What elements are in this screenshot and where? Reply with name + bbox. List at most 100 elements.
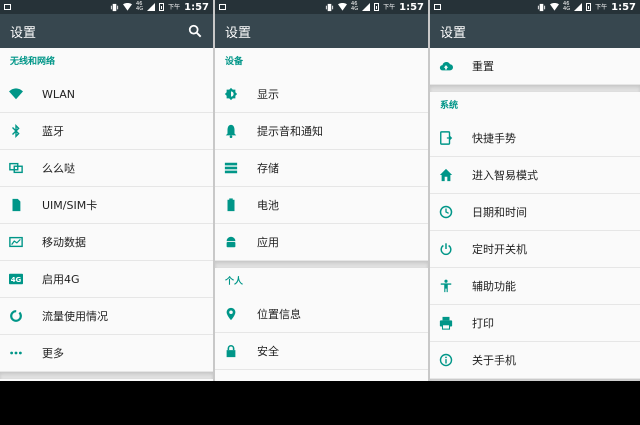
notification-image-icon	[4, 4, 11, 10]
section-header-system: 系统	[430, 92, 640, 120]
battery-icon	[227, 198, 235, 212]
settings-item-mobile-data[interactable]: 移动数据	[0, 224, 213, 261]
settings-item-date-time[interactable]: 日期和时间	[430, 194, 640, 231]
settings-item-wlan[interactable]: WLAN	[0, 76, 213, 113]
settings-item-traffic-usage[interactable]: 流量使用情况	[0, 298, 213, 335]
settings-item-bluetooth[interactable]: 蓝牙	[0, 113, 213, 150]
settings-item-about-phone[interactable]: 关于手机	[430, 342, 640, 379]
notification-image-icon	[434, 4, 441, 10]
signal-icon	[362, 3, 371, 11]
signal-icon	[147, 3, 156, 11]
settings-item-partial[interactable]	[215, 370, 428, 381]
section-header-device: 设备	[215, 48, 428, 76]
wifi-status-icon	[123, 3, 133, 11]
settings-item-label: 启用4G	[42, 273, 80, 286]
page-title: 设置	[440, 25, 467, 41]
cloud-upload-icon	[439, 61, 453, 71]
settings-item-label: 更多	[42, 347, 64, 360]
settings-item-label: 关于手机	[472, 354, 516, 367]
vibrate-icon	[537, 3, 546, 11]
settings-item-label: 位置信息	[257, 308, 301, 321]
settings-item-label: 存储	[257, 162, 279, 175]
settings-item-location[interactable]: 位置信息	[215, 296, 428, 333]
page-title: 设置	[225, 25, 252, 41]
notification-image-icon	[219, 4, 226, 10]
more-dots-icon	[10, 351, 22, 355]
settings-item-storage[interactable]: 存储	[215, 150, 428, 187]
settings-item-enable-4g[interactable]: 4G 启用4G	[0, 261, 213, 298]
settings-item-security[interactable]: 安全	[215, 333, 428, 370]
network-type-indicator: 46 4G	[351, 1, 359, 12]
info-icon	[439, 353, 453, 367]
battery-status-icon	[586, 3, 592, 11]
section-divider	[215, 261, 428, 268]
settings-item-sound-notification[interactable]: 提示音和通知	[215, 113, 428, 150]
settings-item-label: 提示音和通知	[257, 125, 323, 138]
settings-item-label: 快捷手势	[472, 132, 516, 145]
section-divider	[0, 372, 213, 379]
settings-item-label: 定时开关机	[472, 243, 527, 256]
clock-icon	[439, 205, 453, 219]
location-pin-icon	[226, 307, 236, 321]
wifi-status-icon	[550, 3, 560, 11]
android-icon	[226, 236, 236, 248]
settings-item-label: UIM/SIM卡	[42, 199, 98, 212]
settings-panel-1: 46 4G 下午 1:57 设置 无线和网络 WLAN 蓝牙 么么哒 UIM/S…	[0, 0, 213, 381]
bell-icon	[225, 124, 237, 138]
time-prefix: 下午	[595, 3, 608, 11]
app-bar: 设置	[215, 14, 428, 48]
settings-item-label: 蓝牙	[42, 125, 64, 138]
section-header-personal: 个人	[215, 268, 428, 296]
time-prefix: 下午	[168, 3, 181, 11]
battery-status-icon	[159, 3, 165, 11]
search-button[interactable]	[187, 23, 203, 39]
section-divider	[430, 85, 640, 92]
settings-panel-2: 46 4G 下午 1:57 设置 设备 显示 提示音和通知 存储 电池 应用 个…	[215, 0, 428, 381]
printer-icon	[439, 316, 453, 330]
settings-item-label: 显示	[257, 88, 279, 101]
brightness-icon	[224, 87, 238, 101]
signal-icon	[574, 3, 583, 11]
settings-item-label: WLAN	[42, 87, 76, 101]
power-icon	[440, 243, 452, 256]
chat-bubbles-icon	[9, 162, 23, 174]
network-type-indicator: 46 4G	[136, 1, 144, 12]
traffic-ring-icon	[10, 310, 22, 322]
settings-item-label: 重置	[472, 60, 494, 73]
vibrate-icon	[110, 3, 119, 11]
accessibility-icon	[440, 279, 452, 293]
sim-card-icon	[12, 198, 21, 212]
home-icon	[439, 168, 453, 182]
lock-icon	[226, 345, 236, 358]
vibrate-icon	[325, 3, 334, 11]
settings-item-easy-mode[interactable]: 进入智易模式	[430, 157, 640, 194]
section-divider	[430, 379, 640, 381]
4g-icon: 4G	[9, 273, 23, 285]
settings-item-more[interactable]: 更多	[0, 335, 213, 372]
settings-item-apps[interactable]: 应用	[215, 224, 428, 261]
settings-item-reset[interactable]: 重置	[430, 48, 640, 85]
settings-item-battery[interactable]: 电池	[215, 187, 428, 224]
clock-time: 1:57	[611, 1, 636, 13]
settings-item-sim[interactable]: UIM/SIM卡	[0, 187, 213, 224]
settings-item-memeda[interactable]: 么么哒	[0, 150, 213, 187]
storage-icon	[224, 162, 238, 174]
settings-item-scheduled-power[interactable]: 定时开关机	[430, 231, 640, 268]
app-bar: 设置	[430, 14, 640, 48]
settings-item-label: 日期和时间	[472, 206, 527, 219]
page-title: 设置	[10, 25, 37, 41]
settings-item-label: 辅助功能	[472, 280, 516, 293]
svg-text:4G: 4G	[11, 276, 22, 284]
section-header-wireless: 无线和网络	[0, 48, 213, 76]
time-prefix: 下午	[383, 3, 396, 11]
settings-item-print[interactable]: 打印	[430, 305, 640, 342]
settings-item-gestures[interactable]: 快捷手势	[430, 120, 640, 157]
network-type-indicator: 46 4G	[563, 1, 571, 12]
wifi-status-icon	[338, 3, 348, 11]
settings-item-accessibility[interactable]: 辅助功能	[430, 268, 640, 305]
settings-item-label: 流量使用情况	[42, 310, 108, 323]
bluetooth-icon	[12, 124, 20, 138]
settings-item-label: 移动数据	[42, 236, 86, 249]
settings-item-display[interactable]: 显示	[215, 76, 428, 113]
status-bar: 46 4G 下午 1:57	[0, 0, 213, 14]
